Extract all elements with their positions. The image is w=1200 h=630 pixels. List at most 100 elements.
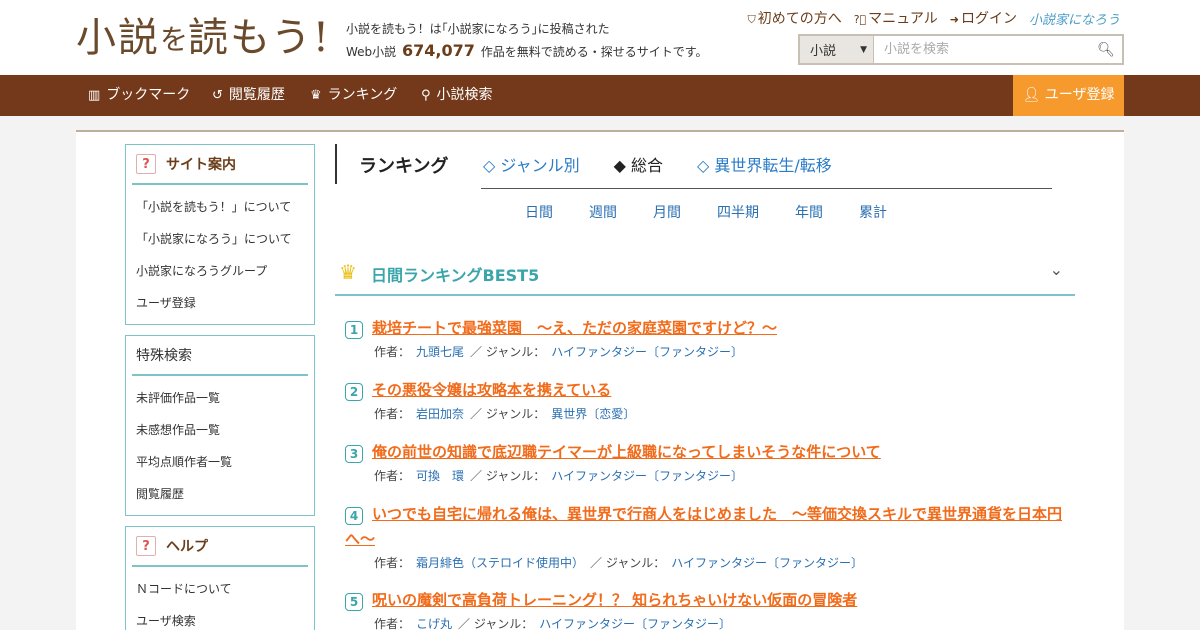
genre-link[interactable]: ハイファンタジー〔ファンタジー〕 — [551, 469, 743, 483]
genre-link[interactable]: ハイファンタジー〔ファンタジー〕 — [539, 617, 731, 630]
period-daily[interactable]: 日間 — [525, 202, 553, 222]
genre-link[interactable]: ハイファンタジー〔ファンタジー〕 — [551, 345, 743, 359]
sidebar-item-register[interactable]: ユーザ登録 — [136, 287, 314, 319]
rank-badge: 2 — [345, 383, 363, 401]
crown-icon: ♛ — [310, 88, 322, 103]
tab-genre[interactable]: ◇ ジャンル別 — [483, 152, 580, 176]
login-link-label: ログイン — [960, 11, 1017, 27]
search-icon: 🔍︎ — [1097, 41, 1115, 58]
author-label: 作者： — [374, 407, 411, 421]
logo-tail: 読もう! — [188, 15, 331, 61]
author-link[interactable]: 岩田加奈 — [416, 407, 464, 421]
sidebar-item-narou-group[interactable]: 小説家になろうグループ — [136, 255, 314, 287]
genre-link[interactable]: ハイファンタジー〔ファンタジー〕 — [671, 556, 863, 570]
author-link[interactable]: 九頭七尾 — [416, 345, 464, 359]
bookmark-icon: ▥ — [88, 88, 101, 103]
search-icon: ⚲ — [421, 88, 431, 103]
ranking-header: ランキング ◇ ジャンル別 ◆ 総合 ◇ 異世界転生/転移 — [335, 144, 1055, 186]
author-link[interactable]: こげ丸 — [416, 617, 452, 630]
genre-label: ／ ジャンル： — [458, 617, 534, 630]
novel-title-link[interactable]: 俺の前世の知識で底辺職テイマーが上級職になってしまいそうな件について — [345, 440, 1070, 465]
ranking-entry: 3 俺の前世の知識で底辺職テイマーが上級職になってしまいそうな件について 作者：… — [345, 440, 1070, 487]
question-icon: ? — [136, 536, 156, 556]
ranking-tabs: ◇ ジャンル別 ◆ 総合 ◇ 異世界転生/転移 — [483, 152, 832, 176]
rank-badge: 5 — [345, 593, 363, 611]
sidebar-item-history[interactable]: 閲覧履歴 — [136, 478, 314, 510]
nav-history-label: 閲覧履歴 — [228, 87, 285, 103]
sidebar-item-no-review[interactable]: 未感想作品一覧 — [136, 414, 314, 446]
search-input[interactable] — [874, 36, 1090, 63]
period-quarterly[interactable]: 四半期 — [717, 202, 759, 222]
beginner-link-label: 初めての方へ — [757, 11, 842, 27]
site-logo[interactable]: 小説 を 読もう! — [76, 12, 336, 62]
best5-title: 日間ランキングBEST5 — [371, 266, 540, 285]
period-monthly[interactable]: 月間 — [653, 202, 681, 222]
tagline-prefix: Web小説 — [346, 45, 397, 59]
period-weekly[interactable]: 週間 — [589, 202, 617, 222]
ranking-entry: 2 その悪役令嬢は攻略本を携えている 作者： 岩田加奈 ／ ジャンル： 異世界〔恋愛〕 — [345, 378, 1070, 425]
sidebar-item-about-yomou[interactable]: 「小説を読もう！」について — [136, 191, 314, 223]
beginner-link[interactable]: ⛉ 初めての方へ — [747, 8, 841, 28]
manual-link-label: マニュアル — [868, 11, 938, 27]
rank-badge: 3 — [345, 445, 363, 463]
search-box: 小説 ▼ 🔍︎ — [798, 34, 1124, 65]
nav-bookmark[interactable]: ▥ ブックマーク — [88, 75, 190, 116]
sidebar-item-unrated[interactable]: 未評価作品一覧 — [136, 382, 314, 414]
rank-badge: 4 — [345, 507, 363, 525]
genre-link[interactable]: 異世界〔恋愛〕 — [551, 407, 635, 421]
period-yearly[interactable]: 年間 — [795, 202, 823, 222]
sidebar-item-user-search[interactable]: ユーザ検索 — [136, 605, 314, 630]
nav-search[interactable]: ⚲ 小説検索 — [421, 75, 493, 116]
nav-search-label: 小説検索 — [436, 87, 493, 103]
entry-meta: 作者： こげ丸 ／ ジャンル： ハイファンタジー〔ファンタジー〕 — [345, 613, 1070, 630]
ranking-label: ランキング — [359, 156, 449, 177]
tab-isekai[interactable]: ◇ 異世界転生/転移 — [697, 152, 832, 176]
ranking-entry: 1 栽培チートで最強菜園 ～え、ただの家庭菜園ですけど？～ 作者： 九頭七尾 ／ ジ… — [345, 316, 1070, 363]
sidebar-item-avg-authors[interactable]: 平均点順作者一覧 — [136, 446, 314, 478]
dropdown-arrow-icon: ▼ — [860, 44, 867, 55]
genre-label: ／ ジャンル： — [470, 469, 546, 483]
period-total[interactable]: 累計 — [859, 202, 887, 222]
novel-title-link[interactable]: その悪役令嬢は攻略本を携えている — [345, 378, 1070, 403]
search-button[interactable]: 🔍︎ — [1090, 36, 1122, 63]
manual-link[interactable]: ?⃝ マニュアル — [854, 8, 938, 28]
work-count: 674,077 — [402, 41, 475, 60]
ranking-entry: 4 いつでも自宅に帰れる俺は、異世界で行商人をはじめました ～等価交換スキルで異… — [345, 502, 1070, 574]
header-links: ⛉ 初めての方へ ?⃝ マニュアル ➜ ログイン 小説家になろう — [747, 8, 1120, 28]
narou-logo-link[interactable]: 小説家になろう — [1029, 9, 1120, 28]
sidebar-site-guide-heading: サイト案内 — [166, 157, 236, 173]
tab-divider — [481, 188, 1052, 189]
chevron-down-icon[interactable]: ⌄ — [1050, 260, 1063, 279]
question-icon: ?⃝ — [853, 13, 867, 26]
tagline-line1: 小説を読もう！は｢小説家になろう｣に投稿された — [346, 22, 610, 36]
user-icon: 👤︎ — [1022, 87, 1045, 103]
sidebar-help-heading: ヘルプ — [166, 539, 208, 555]
nav-bookmark-label: ブックマーク — [106, 87, 191, 103]
register-button[interactable]: 👤︎ ユーザ登録 — [1013, 75, 1124, 116]
login-link[interactable]: ➜ ログイン — [950, 8, 1017, 28]
logo-main: 小説 — [76, 15, 160, 61]
genre-label: ／ ジャンル： — [590, 556, 666, 570]
novel-title-link[interactable]: いつでも自宅に帰れる俺は、異世界で行商人をはじめました ～等価交換スキルで異世界… — [345, 502, 1070, 552]
sidebar-site-guide-title: ? サイト案内 — [132, 145, 308, 185]
best5-header[interactable]: ♛ 日間ランキングBEST5 ⌄ — [335, 250, 1075, 296]
author-link[interactable]: 霜月緋色（ステロイド使用中） — [416, 556, 584, 570]
search-category-value: 小説 — [810, 44, 837, 59]
nav-history[interactable]: ↺ 閲覧履歴 — [212, 75, 285, 116]
sidebar-site-guide: ? サイト案内 「小説を読もう！」について 「小説家になろう」について 小説家に… — [125, 144, 315, 325]
novel-title-link[interactable]: 呪いの魔剣で高負荷トレーニング！？ 知られちゃいけない仮面の冒険者 — [345, 588, 1070, 613]
ranking-entry: 5 呪いの魔剣で高負荷トレーニング！？ 知られちゃいけない仮面の冒険者 作者： こ… — [345, 588, 1070, 630]
genre-label: ／ ジャンル： — [470, 407, 546, 421]
nav-ranking[interactable]: ♛ ランキング — [310, 75, 397, 116]
history-icon: ↺ — [212, 88, 223, 103]
sidebar-special-search-title: 特殊検索 — [132, 336, 308, 376]
author-label: 作者： — [374, 469, 411, 483]
novel-title-link[interactable]: 栽培チートで最強菜園 ～え、ただの家庭菜園ですけど？～ — [345, 316, 1070, 341]
search-category-select[interactable]: 小説 ▼ — [800, 36, 874, 63]
author-link[interactable]: 可換 環 — [416, 469, 464, 483]
tagline-suffix: 作品を無料で読める・探せるサイトです。 — [480, 45, 708, 59]
tab-overall[interactable]: ◆ 総合 — [614, 152, 663, 176]
sidebar-item-about-narou[interactable]: 「小説家になろう」について — [136, 223, 314, 255]
nav-ranking-label: ランキング — [327, 87, 398, 103]
sidebar-item-ncode[interactable]: Ｎコードについて — [136, 573, 314, 605]
